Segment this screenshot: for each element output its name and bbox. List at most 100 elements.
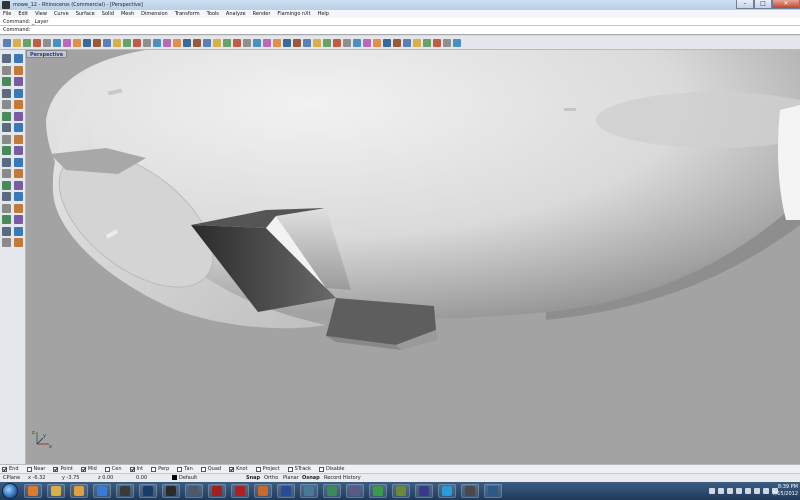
- text-obj-icon[interactable]: [2, 226, 11, 236]
- rendered-display-icon[interactable]: [263, 38, 271, 47]
- fillet-icon[interactable]: [2, 146, 11, 155]
- polyline-icon[interactable]: [2, 65, 11, 75]
- chamfer-icon[interactable]: [14, 146, 23, 155]
- copy-icon[interactable]: [63, 38, 71, 47]
- osnap-checkbox[interactable]: [2, 466, 7, 472]
- block-icon[interactable]: [393, 38, 401, 47]
- viewport-title-tab[interactable]: Perspective: [26, 50, 68, 58]
- box-icon[interactable]: [2, 123, 11, 132]
- four-viewports-icon[interactable]: [173, 38, 181, 47]
- dimension-obj-icon[interactable]: [14, 215, 23, 224]
- grid-icon[interactable]: [313, 38, 321, 47]
- menu-transform[interactable]: Transform: [175, 11, 200, 17]
- rectangle-icon[interactable]: [14, 88, 23, 98]
- perspective-viewport[interactable]: Perspective x z y: [26, 50, 800, 464]
- explorer-task-icon[interactable]: [47, 484, 65, 498]
- menu-curve[interactable]: Curve: [54, 11, 69, 17]
- rhino-task-icon[interactable]: [116, 484, 134, 498]
- osnap-strack[interactable]: STrack: [287, 466, 311, 472]
- menu-tools[interactable]: Tools: [207, 11, 219, 17]
- render-icon[interactable]: [243, 38, 251, 47]
- select-icon[interactable]: [193, 38, 201, 47]
- scale-icon[interactable]: [433, 38, 441, 47]
- osnap-tan[interactable]: Tan: [177, 466, 193, 472]
- undo-view-icon[interactable]: [153, 38, 161, 47]
- menu-render[interactable]: Render: [253, 11, 271, 17]
- select-arrow-icon[interactable]: [2, 54, 11, 63]
- draft-icon[interactable]: [363, 38, 371, 47]
- material-icon[interactable]: [253, 38, 261, 47]
- ie-task-icon[interactable]: [93, 484, 111, 498]
- osnap-checkbox[interactable]: [255, 466, 261, 472]
- planar-toggle[interactable]: Planar: [283, 475, 299, 481]
- osnap-checkbox[interactable]: [229, 466, 235, 472]
- boolean-icon[interactable]: [14, 134, 23, 144]
- paste-icon[interactable]: [73, 38, 81, 47]
- group-icon[interactable]: [403, 38, 411, 47]
- set-cplane-icon[interactable]: [163, 38, 171, 47]
- save-icon[interactable]: [23, 38, 31, 47]
- zoom-window-icon[interactable]: [123, 38, 131, 47]
- menu-mesh[interactable]: Mesh: [121, 11, 134, 17]
- scale-obj-icon[interactable]: [14, 192, 23, 201]
- point-icon[interactable]: [14, 54, 23, 63]
- render-obj-icon[interactable]: [14, 238, 23, 247]
- print-icon[interactable]: [33, 38, 41, 47]
- options-icon[interactable]: [183, 38, 191, 47]
- circle-icon[interactable]: [2, 77, 11, 86]
- osnap-knot[interactable]: Knot: [229, 466, 248, 472]
- osnap-checkbox[interactable]: [151, 466, 157, 472]
- help-icon[interactable]: [283, 38, 291, 47]
- menu-view[interactable]: View: [35, 11, 47, 17]
- word-task-icon[interactable]: [277, 484, 295, 498]
- osnap-checkbox[interactable]: [200, 466, 206, 472]
- power-tray-icon[interactable]: [745, 488, 751, 494]
- rotate-icon[interactable]: [2, 192, 11, 201]
- mesh-obj-icon[interactable]: [2, 215, 11, 224]
- text-icon[interactable]: [383, 38, 391, 47]
- minimize-button[interactable]: –: [736, 0, 754, 9]
- menu-solid[interactable]: Solid: [102, 11, 114, 17]
- volume-tray-icon[interactable]: [727, 488, 733, 494]
- freeform-curve-icon[interactable]: [14, 100, 23, 109]
- cut-icon[interactable]: [53, 38, 61, 47]
- osnap-perp[interactable]: Perp: [151, 466, 169, 472]
- osnap-cen[interactable]: Cen: [104, 466, 122, 472]
- menu-flamingo[interactable]: Flamingo nXt: [277, 11, 310, 17]
- snap-icon[interactable]: [323, 38, 331, 47]
- skype-task-icon[interactable]: [438, 484, 456, 498]
- osnap-checkbox[interactable]: [53, 466, 59, 472]
- array-obj-icon[interactable]: [14, 203, 23, 213]
- osnap-point[interactable]: Point: [53, 466, 73, 472]
- osnap-int[interactable]: Int: [129, 466, 143, 472]
- onenote-tray-icon[interactable]: [709, 488, 715, 494]
- osnap-disable[interactable]: Disable: [318, 466, 345, 472]
- split-icon[interactable]: [14, 157, 23, 167]
- sun-icon[interactable]: [273, 38, 281, 47]
- start-button[interactable]: [2, 483, 18, 499]
- mirror-icon[interactable]: [423, 38, 431, 47]
- skype-like-task-icon[interactable]: [185, 484, 203, 498]
- lock-icon[interactable]: [213, 38, 221, 47]
- open-icon[interactable]: [13, 38, 21, 47]
- osnap-checkbox[interactable]: [287, 466, 293, 472]
- snap-toggle[interactable]: Snap: [246, 475, 260, 481]
- chrome-task-icon[interactable]: [369, 484, 387, 498]
- array-icon[interactable]: [413, 38, 421, 47]
- current-layer[interactable]: Default: [172, 475, 197, 481]
- copy-obj-icon[interactable]: [14, 180, 23, 190]
- import-icon[interactable]: [43, 38, 51, 47]
- menu-help[interactable]: Help: [318, 11, 329, 17]
- properties-icon[interactable]: [233, 38, 241, 47]
- app5-task-icon[interactable]: [392, 484, 410, 498]
- zoom-selected-icon[interactable]: [143, 38, 151, 47]
- undo-icon[interactable]: [83, 38, 91, 47]
- command-input[interactable]: [30, 27, 790, 34]
- osnap-checkbox[interactable]: [318, 466, 324, 472]
- app7-task-icon[interactable]: [461, 484, 479, 498]
- app2-task-icon[interactable]: [300, 484, 318, 498]
- zoom-extents-icon[interactable]: [133, 38, 141, 47]
- polygon-icon[interactable]: [2, 100, 11, 109]
- acrobat-task-icon[interactable]: [162, 484, 180, 498]
- osnap-near[interactable]: Near: [26, 466, 45, 472]
